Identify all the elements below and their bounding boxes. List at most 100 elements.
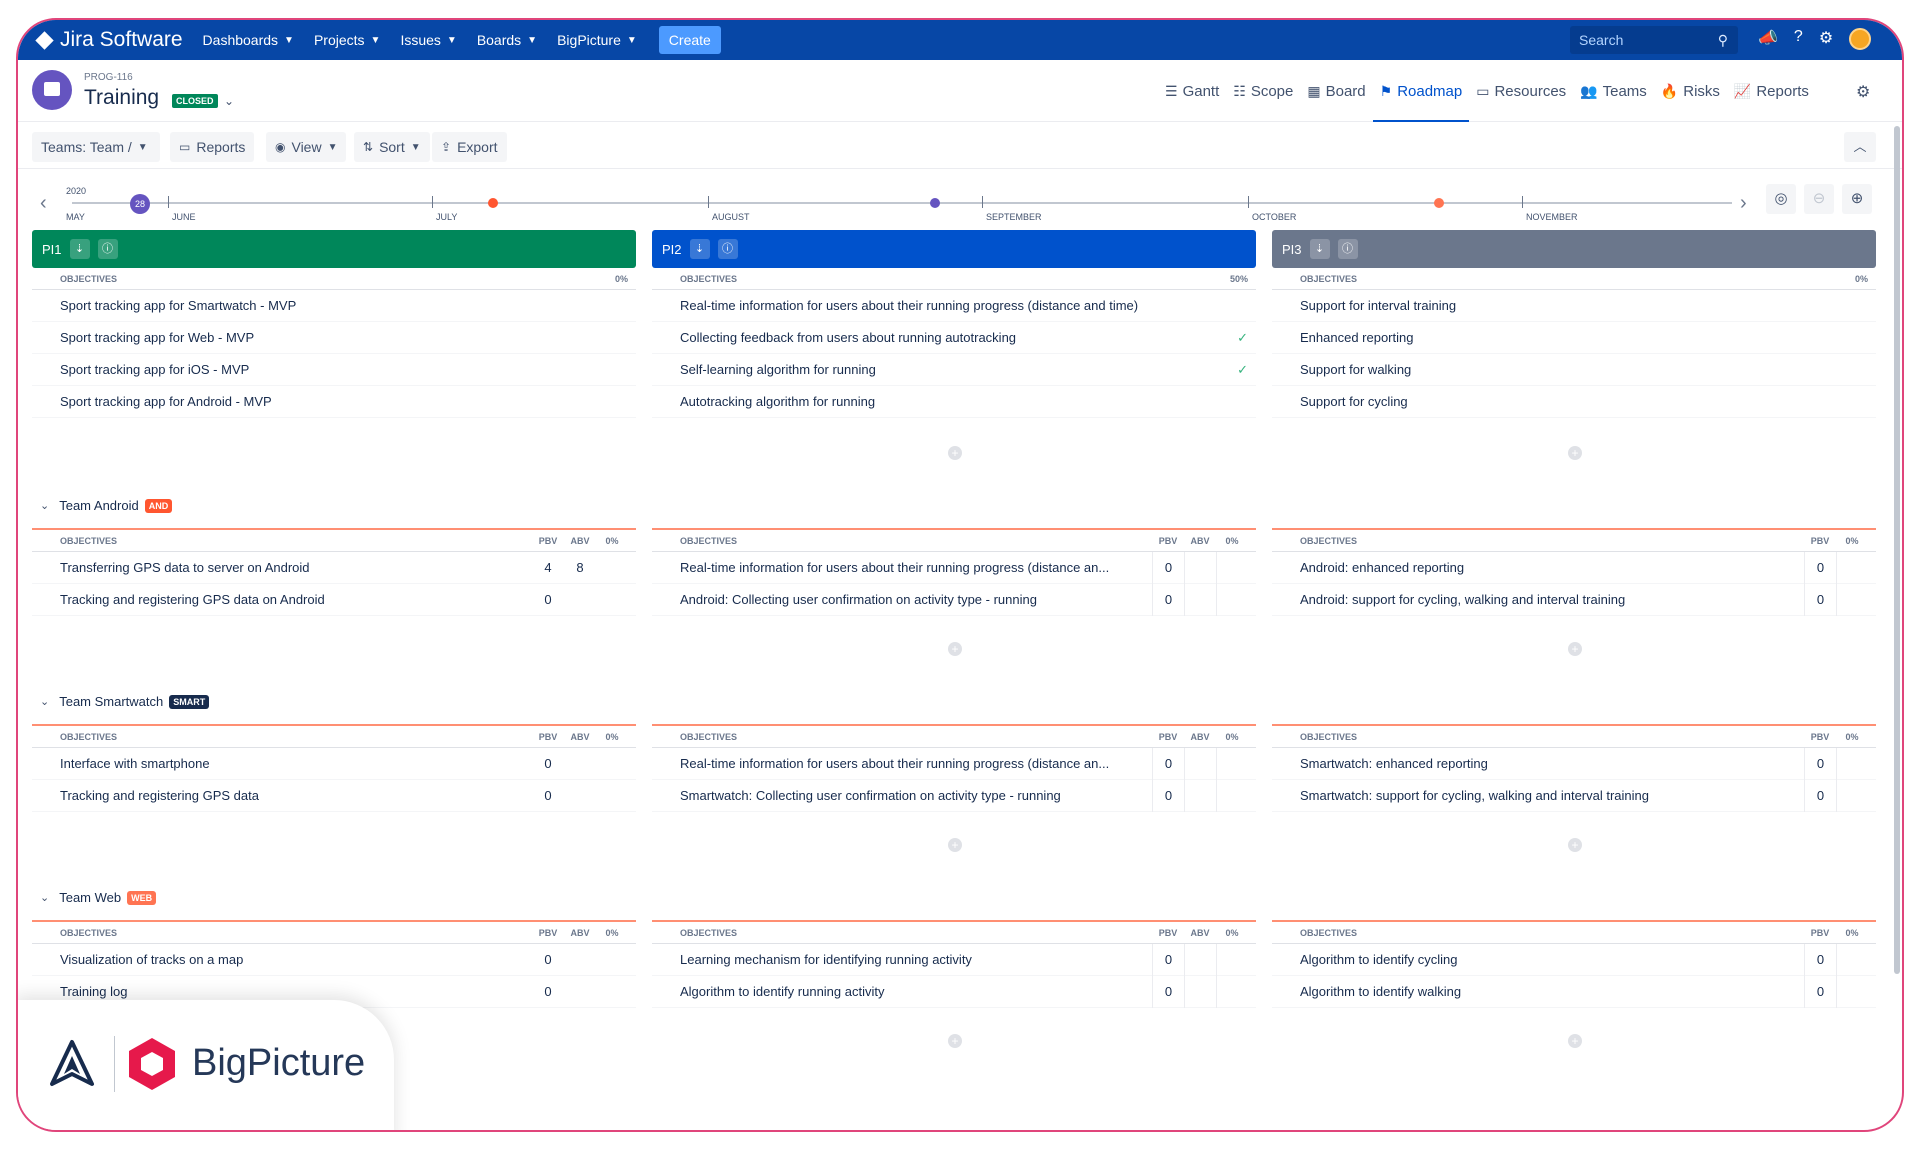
add-objective-icon[interactable]: + [948, 446, 962, 460]
list-item[interactable]: Support for interval training [1272, 290, 1876, 322]
table-header: OBJECTIVES PBV ABV 0% [32, 922, 636, 944]
zoom-out-icon[interactable]: ⊖ [1804, 184, 1834, 214]
list-item[interactable]: Enhanced reporting [1272, 322, 1876, 354]
table-row[interactable]: Algorithm to identify walking 0 [1272, 975, 1876, 1008]
table-row[interactable]: Real-time information for users about th… [652, 551, 1256, 584]
tab-scope[interactable]: ☷ Scope [1226, 60, 1300, 122]
table-row[interactable]: Android: support for cycling, walking an… [1272, 583, 1876, 616]
table-row[interactable]: Smartwatch: support for cycling, walking… [1272, 779, 1876, 812]
list-item[interactable]: Sport tracking app for Smartwatch - MVP [32, 290, 636, 322]
list-item[interactable]: Self-learning algorithm for running ✓ [652, 354, 1256, 386]
chevron-down-icon[interactable]: ⌄ [40, 499, 49, 512]
add-objective-icon[interactable]: + [948, 642, 962, 656]
milestone-marker[interactable] [1434, 198, 1444, 208]
sort-icon[interactable]: ⇣ [69, 239, 90, 259]
brand-logo-card: BigPicture [18, 1000, 394, 1130]
pi-header[interactable]: PI1 ⇣ ⓘ [32, 230, 636, 268]
table-row[interactable]: Android: enhanced reporting 0 [1272, 551, 1876, 584]
list-item[interactable]: Support for walking [1272, 354, 1876, 386]
table-row[interactable]: Smartwatch: enhanced reporting 0 [1272, 747, 1876, 780]
list-item[interactable]: Collecting feedback from users about run… [652, 322, 1256, 354]
reports-button[interactable]: ▭ Reports [170, 132, 255, 162]
tab-reports[interactable]: 📈 Reports [1727, 60, 1816, 122]
collapse-button[interactable]: ︿ [1844, 132, 1876, 162]
list-item[interactable]: Sport tracking app for Android - MVP [32, 386, 636, 418]
risks-icon: 🔥 [1660, 82, 1679, 99]
nav-dashboards[interactable]: Dashboards ▼ [203, 32, 294, 48]
project-key[interactable]: PROG-116 [84, 72, 133, 83]
chevron-down-icon: ▼ [327, 141, 338, 153]
table-row[interactable]: Learning mechanism for identifying runni… [652, 943, 1256, 976]
month-july: JULY [436, 212, 458, 222]
list-item[interactable]: Sport tracking app for Web - MVP [32, 322, 636, 354]
team-header-android[interactable]: ⌄ Team Android AND [40, 498, 173, 513]
chevron-down-icon[interactable]: ⌄ [224, 94, 234, 108]
team-badge: AND [144, 498, 173, 513]
add-objective-icon[interactable]: + [1568, 1034, 1582, 1048]
user-avatar[interactable] [1849, 28, 1872, 50]
add-objective-icon[interactable]: + [948, 838, 962, 852]
add-objective-icon[interactable]: + [948, 1034, 962, 1048]
table-row[interactable]: Transferring GPS data to server on Andro… [32, 552, 636, 584]
table-row[interactable]: Tracking and registering GPS data on And… [32, 584, 636, 616]
export-button[interactable]: ⇪ Export [432, 132, 507, 162]
view-button[interactable]: ◉ View ▼ [266, 132, 347, 162]
vertical-scrollbar[interactable] [1894, 126, 1900, 974]
list-item[interactable]: Autotracking algorithm for running [652, 386, 1256, 418]
team-header-smartwatch[interactable]: ⌄ Team Smartwatch SMART [40, 694, 210, 709]
gear-icon[interactable]: ⚙ [1856, 82, 1870, 102]
help-icon[interactable]: ? [1794, 28, 1803, 50]
milestone-marker[interactable] [930, 198, 940, 208]
sort-icon[interactable]: ⇣ [689, 239, 710, 259]
table-row[interactable]: Real-time information for users about th… [652, 747, 1256, 780]
center-today-icon[interactable]: ◎ [1766, 184, 1796, 214]
bigpicture-hexagon-icon [129, 1038, 175, 1090]
pi-header[interactable]: PI2 ⇣ ⓘ [652, 230, 1256, 268]
list-item[interactable]: Real-time information for users about th… [652, 290, 1256, 322]
zoom-in-icon[interactable]: ⊕ [1842, 184, 1872, 214]
info-icon[interactable]: ⓘ [1337, 239, 1358, 259]
chevron-left-icon[interactable]: ‹ [40, 192, 47, 215]
table-row[interactable]: Smartwatch: Collecting user confirmation… [652, 779, 1256, 812]
today-marker[interactable]: 28 [130, 194, 150, 214]
add-objective-icon[interactable]: + [1568, 642, 1582, 656]
nav-projects[interactable]: Projects ▼ [314, 32, 380, 48]
tab-risks[interactable]: 🔥 Risks [1654, 60, 1727, 122]
create-button[interactable]: Create [658, 26, 721, 54]
jira-logo[interactable]: Jira Software [35, 28, 183, 52]
tab-roadmap[interactable]: ⚑ Roadmap [1372, 60, 1470, 122]
table-row[interactable]: Visualization of tracks on a map 0 [32, 944, 636, 976]
teams-filter[interactable]: Teams: Team / ▼ [32, 132, 160, 162]
search-input[interactable]: Search ⚲ [1570, 26, 1738, 54]
milestone-marker[interactable] [488, 198, 498, 208]
chevron-down-icon[interactable]: ⌄ [40, 891, 49, 904]
info-icon[interactable]: ⓘ [97, 239, 118, 259]
tab-teams[interactable]: 👥 Teams [1573, 60, 1654, 122]
table-row[interactable]: Interface with smartphone 0 [32, 748, 636, 780]
nav-issues[interactable]: Issues ▼ [400, 32, 456, 48]
settings-icon[interactable]: ⚙ [1819, 28, 1833, 50]
pi-header[interactable]: PI3 ⇣ ⓘ [1272, 230, 1876, 268]
list-item[interactable]: Sport tracking app for iOS - MVP [32, 354, 636, 386]
table-row[interactable]: Tracking and registering GPS data 0 [32, 780, 636, 812]
tab-board[interactable]: ▦ Board [1300, 60, 1372, 122]
pi-name: PI3 [1282, 241, 1302, 257]
nav-bigpicture[interactable]: BigPicture ▼ [557, 32, 637, 48]
chevron-right-icon[interactable]: › [1740, 192, 1747, 215]
sort-button[interactable]: ⇅ Sort ▼ [354, 132, 430, 162]
list-item[interactable]: Support for cycling [1272, 386, 1876, 418]
add-objective-icon[interactable]: + [1568, 446, 1582, 460]
table-row[interactable]: Algorithm to identify cycling 0 [1272, 943, 1876, 976]
team-header-web[interactable]: ⌄ Team Web WEB [40, 890, 157, 905]
notifications-icon[interactable]: 📣 [1758, 28, 1778, 50]
tab-gantt[interactable]: ☰ Gantt [1158, 60, 1226, 122]
nav-boards[interactable]: Boards ▼ [477, 32, 537, 48]
tab-resources[interactable]: ▭ Resources [1469, 60, 1573, 122]
add-objective-icon[interactable]: + [1568, 838, 1582, 852]
chevron-down-icon[interactable]: ⌄ [40, 695, 49, 708]
table-row[interactable]: Algorithm to identify running activity 0 [652, 975, 1256, 1008]
team-web-pi1: OBJECTIVES PBV ABV 0% Visualization of trac… [32, 920, 636, 1008]
table-row[interactable]: Android: Collecting user confirmation on… [652, 583, 1256, 616]
info-icon[interactable]: ⓘ [717, 239, 738, 259]
sort-icon[interactable]: ⇣ [1309, 239, 1330, 259]
